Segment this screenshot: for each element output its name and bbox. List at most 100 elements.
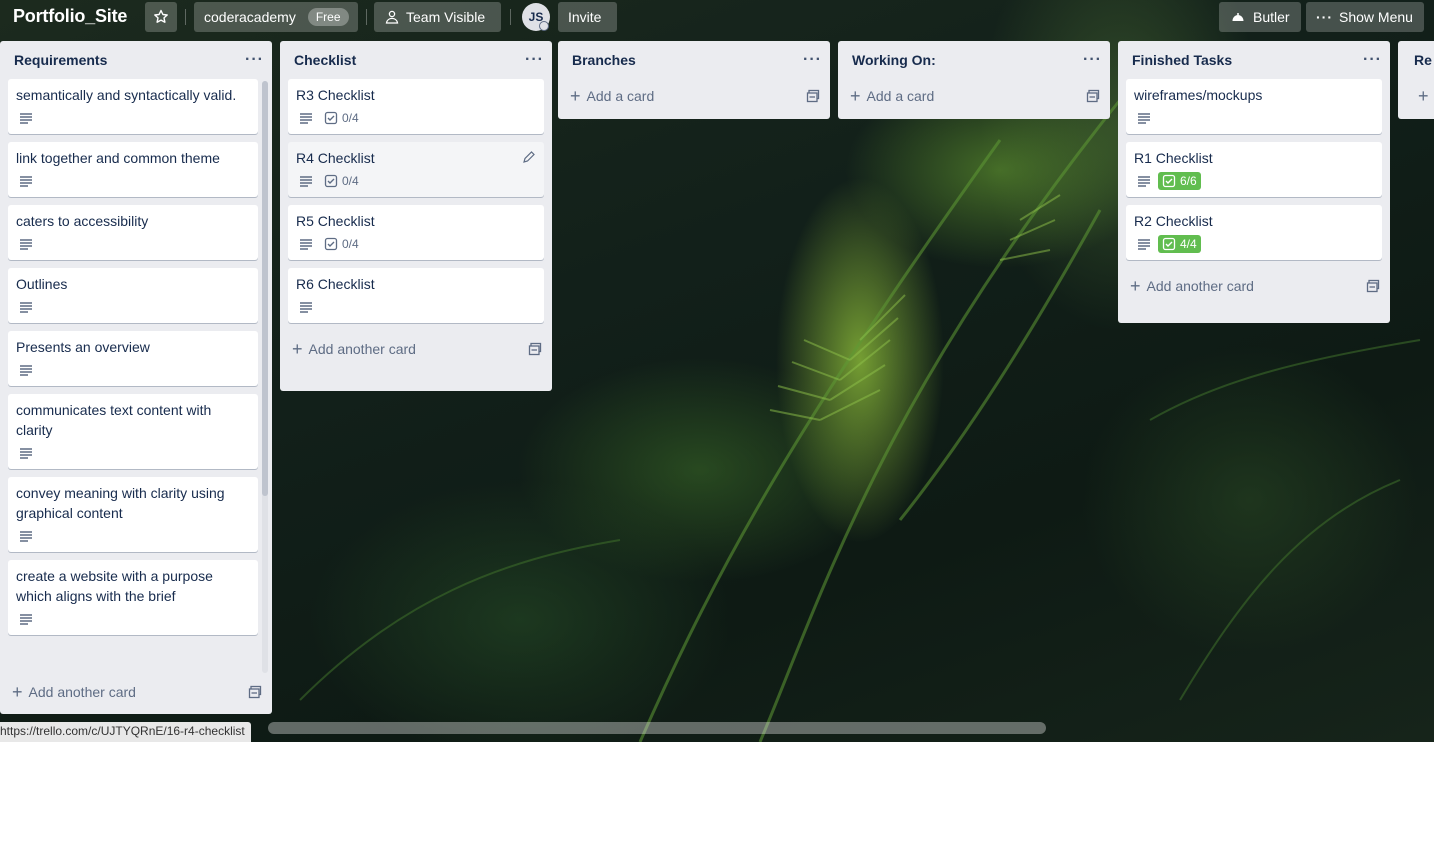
list-item[interactable]: R2 Checklist 4/4 [1126,205,1382,260]
star-icon [154,9,168,23]
workspace-button[interactable]: coderacademy Free [194,2,358,32]
add-card-label: Add a card [586,88,655,104]
checklist-progress: 0/4 [342,237,359,251]
star-button[interactable] [145,2,177,32]
template-icon[interactable] [806,89,820,103]
board-horizontal-scrollbar[interactable] [268,722,1046,734]
add-card-button[interactable]: + Add another card [1118,268,1390,304]
list-item[interactable]: Outlines [8,268,258,323]
list-item[interactable]: wireframes/mockups [1126,79,1382,134]
template-icon[interactable] [248,685,262,699]
add-card-button[interactable]: + Add a card [558,79,830,113]
list-scrollbar[interactable] [262,81,268,673]
card-title: caters to accessibility [16,213,149,229]
board-canvas: Portfolio_Site coderacademy Free Team Vi… [0,0,1434,742]
template-icon[interactable] [1086,89,1100,103]
checklist-badge: 0/4 [320,172,363,190]
board-title[interactable]: Portfolio_Site [13,6,127,27]
list-item[interactable]: R1 Checklist 6/6 [1126,142,1382,197]
list-item[interactable]: Presents an overview [8,331,258,386]
invite-button[interactable]: Invite [558,2,617,32]
list-title[interactable]: Re [1414,52,1432,68]
checklist-icon [1162,237,1176,251]
header-divider [185,9,186,25]
card-title: create a website with a purpose which al… [16,568,213,604]
list-item[interactable]: R5 Checklist 0/4 [288,205,544,260]
description-icon [20,448,32,459]
plan-badge: Free [307,8,349,26]
checklist-progress: 6/6 [1180,174,1197,188]
template-icon[interactable] [528,342,542,356]
visibility-button[interactable]: Team Visible [374,2,501,32]
list-item[interactable]: communicates text content with clarity [8,394,258,469]
list-title[interactable]: Working On: [852,52,936,68]
plus-icon: + [1130,275,1141,296]
list-title[interactable]: Checklist [294,52,356,68]
card-title: R3 Checklist [296,87,375,103]
description-icon [300,113,312,124]
pencil-icon[interactable] [522,150,536,164]
header-divider [510,9,511,25]
list-menu-button[interactable]: ··· [245,51,264,69]
description-icon [1138,113,1150,124]
checklist-badge-complete: 6/6 [1158,172,1201,190]
ellipsis-icon: ··· [1316,9,1333,25]
list-item[interactable]: R3 Checklist 0/4 [288,79,544,134]
card-title: wireframes/mockups [1134,87,1263,103]
description-icon [20,365,32,376]
butler-button[interactable]: Butler [1219,2,1301,32]
checklist-icon [1162,174,1176,188]
list-item[interactable]: caters to accessibility [8,205,258,260]
list-item[interactable]: link together and common theme [8,142,258,197]
description-icon [300,239,312,250]
list-title[interactable]: Requirements [14,52,107,68]
list-menu-button[interactable]: ··· [1083,51,1102,69]
card-title: R5 Checklist [296,213,375,229]
checklist-progress: 4/4 [1180,237,1197,251]
show-menu-label: Show Menu [1339,9,1413,25]
template-icon[interactable] [1366,279,1380,293]
list-item[interactable]: R4 Checklist 0/4 [288,142,544,197]
checklist-icon [324,111,338,125]
plus-icon: + [850,85,861,106]
checklist-icon [324,174,338,188]
add-card-button[interactable]: + Add another card [0,674,272,710]
list-menu-button[interactable]: ··· [803,51,822,69]
add-card-button[interactable]: + Add a card [838,79,1110,113]
plus-icon: + [12,681,23,702]
checklist-progress: 0/4 [342,174,359,188]
scrollbar-thumb[interactable] [262,81,268,496]
checklist-progress: 0/4 [342,111,359,125]
list-finished-tasks: Finished Tasks ··· wireframes/mockups R1… [1118,41,1390,323]
checklist-badge: 0/4 [320,109,363,127]
list-branches: Branches ··· + Add a card [558,41,830,119]
checklist-badge-complete: 4/4 [1158,235,1201,253]
add-card-label: Add a card [866,88,935,104]
description-icon [300,302,312,313]
add-card-label: Add another card [1146,278,1254,294]
plus-icon: + [1418,85,1429,106]
show-menu-button[interactable]: ··· Show Menu [1306,2,1424,32]
description-icon [20,614,32,625]
list-title[interactable]: Finished Tasks [1132,52,1232,68]
list-requirements: Requirements ··· semantically and syntac… [0,41,272,714]
list-item[interactable]: R6 Checklist [288,268,544,323]
invite-label: Invite [568,9,602,25]
list-item[interactable]: semantically and syntactically valid. [8,79,258,134]
list-item[interactable]: convey meaning with clarity using graphi… [8,477,258,552]
visibility-label: Team Visible [406,9,486,25]
add-card-button[interactable]: + [1398,79,1434,113]
plus-icon: + [570,85,581,106]
description-icon [1138,239,1150,250]
add-card-button[interactable]: + Add another card [280,331,552,367]
list-title[interactable]: Branches [572,52,636,68]
list-menu-button[interactable]: ··· [525,51,544,69]
list-menu-button[interactable]: ··· [1363,51,1382,69]
card-title: R1 Checklist [1134,150,1213,166]
list-item[interactable]: create a website with a purpose which al… [8,560,258,635]
description-icon [20,302,32,313]
card-container: semantically and syntactically valid. li… [0,79,272,674]
add-card-label: Add another card [308,341,416,357]
butler-label: Butler [1253,9,1290,25]
description-icon [20,113,32,124]
